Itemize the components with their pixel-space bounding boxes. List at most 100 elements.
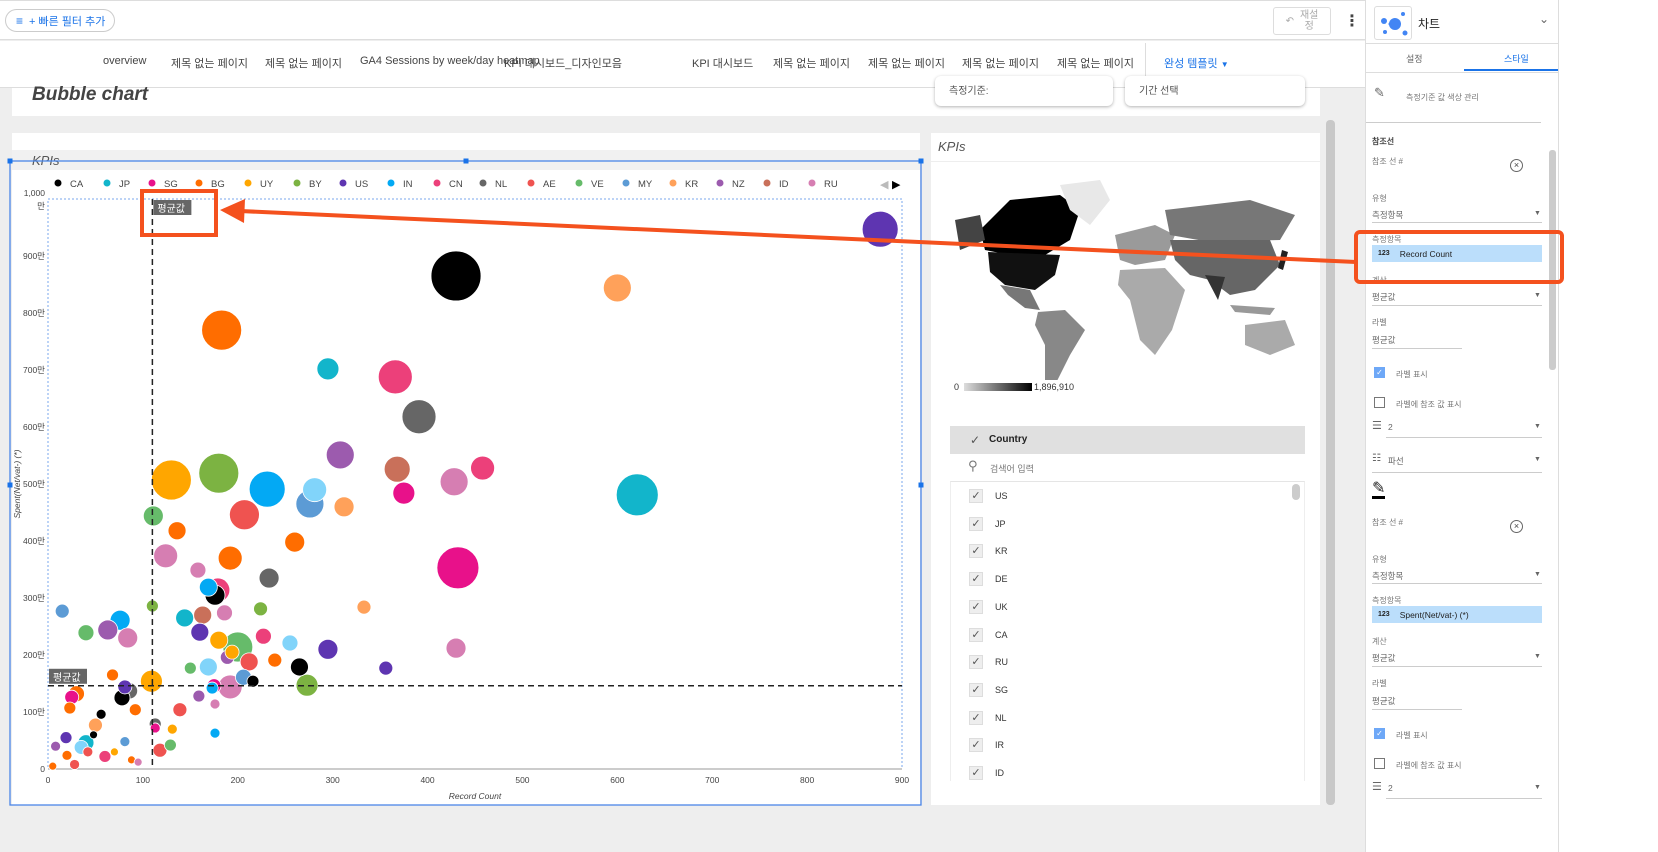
remove-circle-icon[interactable]: ×	[1510, 159, 1523, 172]
bubble[interactable]	[229, 499, 260, 531]
bubble[interactable]	[190, 622, 210, 642]
bubble[interactable]	[209, 698, 221, 710]
checkbox-checked-icon[interactable]: ✓	[969, 682, 983, 697]
bubble[interactable]	[89, 730, 98, 740]
bubble[interactable]	[153, 543, 179, 569]
caret-down-icon[interactable]: ▼	[1534, 784, 1541, 791]
bubble[interactable]	[183, 661, 197, 675]
bubble[interactable]	[201, 309, 243, 351]
bubble[interactable]	[97, 619, 119, 641]
filter-option[interactable]: ✓ RU	[969, 655, 1008, 670]
bubble[interactable]	[59, 731, 73, 745]
line-color-picker[interactable]: ✎	[1372, 481, 1386, 499]
bubble[interactable]	[317, 638, 339, 660]
bubble[interactable]	[377, 359, 413, 395]
tab-setup[interactable]: 설정	[1406, 52, 1423, 65]
bubble[interactable]	[281, 634, 299, 652]
bubble[interactable]	[172, 702, 188, 718]
checkbox-checked-icon[interactable]: ✓	[969, 766, 983, 780]
dimension-dropdown[interactable]: 측정기준:	[935, 76, 1113, 106]
filter-option[interactable]: ✓ KR	[969, 544, 1008, 559]
bubble[interactable]	[615, 473, 659, 517]
bubble[interactable]	[198, 657, 218, 677]
bubble[interactable]	[209, 630, 229, 650]
bubble[interactable]	[470, 455, 495, 481]
bubble[interactable]	[198, 452, 240, 494]
checkbox-checked-icon[interactable]: ✓	[969, 655, 983, 670]
tab-page[interactable]: 제목 없는 페이지	[962, 55, 1039, 71]
bubble[interactable]	[128, 703, 142, 717]
bubble[interactable]	[205, 681, 219, 695]
filter-option[interactable]: ✓ UK	[969, 599, 1008, 614]
bubble[interactable]	[267, 652, 283, 668]
checkbox-checked-icon[interactable]: ✓	[969, 627, 983, 642]
tab-page[interactable]: 제목 없는 페이지	[1057, 55, 1134, 71]
bubble[interactable]	[258, 567, 280, 589]
line-weight-select[interactable]: 2	[1388, 783, 1393, 793]
bubble[interactable]	[88, 717, 103, 733]
chevron-down-icon[interactable]: ⌄	[1539, 12, 1549, 26]
resize-handle[interactable]	[918, 158, 924, 164]
bubble[interactable]	[378, 660, 394, 676]
bubble[interactable]	[95, 708, 107, 720]
bubble[interactable]	[430, 250, 482, 302]
bubble[interactable]	[150, 459, 192, 501]
date-range-dropdown[interactable]: 기간 선택	[1125, 76, 1305, 106]
legend-prev-icon[interactable]: ◀	[880, 179, 889, 191]
bubble[interactable]	[217, 545, 243, 571]
bubble[interactable]	[325, 440, 355, 470]
checkbox-checked-icon[interactable]: ✓	[969, 599, 983, 614]
show-ref-value-checkbox[interactable]	[1374, 758, 1385, 769]
line-style-select[interactable]: 파선	[1388, 455, 1404, 467]
filter-option[interactable]: ✓ DE	[969, 572, 1008, 587]
caret-down-icon[interactable]: ▼	[1534, 210, 1541, 217]
bubble[interactable]	[189, 561, 207, 579]
bubble[interactable]	[77, 624, 95, 642]
bubble[interactable]	[82, 746, 94, 758]
label-input[interactable]: 평균값	[1372, 695, 1395, 707]
legend-next-icon[interactable]: ▶	[892, 179, 901, 191]
bubble[interactable]	[63, 701, 77, 715]
bubble-chart-type-icon[interactable]	[1374, 6, 1412, 40]
caret-down-icon[interactable]: ▼	[1534, 456, 1541, 463]
type-select[interactable]: 측정항목	[1372, 570, 1403, 582]
filter-option[interactable]: ✓ JP	[969, 516, 1006, 531]
checkbox-checked-icon[interactable]: ✓	[969, 544, 983, 559]
checkbox-checked-icon[interactable]: ✓	[969, 572, 983, 587]
geo-map[interactable]	[950, 180, 1310, 380]
bubble[interactable]	[284, 531, 306, 553]
bubble[interactable]	[48, 761, 58, 771]
bubble[interactable]	[142, 505, 164, 527]
tab-template[interactable]: 완성 템플릿 ▼	[1164, 55, 1229, 71]
bubble[interactable]	[167, 521, 187, 541]
bubble-chart[interactable]: CA JP SG BG UY BY US IN CN NL AE VE MY KR NZ ID RU ◀ ▶ 0 100…	[0, 0, 930, 852]
bubble[interactable]	[248, 470, 286, 508]
panel-scrollbar[interactable]	[1549, 150, 1556, 370]
color-manage-link[interactable]: 측정기준 값 색상 관리	[1406, 92, 1479, 103]
resize-handle[interactable]	[463, 158, 469, 164]
checkbox-checked-icon[interactable]: ✓	[969, 710, 983, 725]
filter-option[interactable]: ✓ SG	[969, 682, 1008, 697]
label-input[interactable]: 평균값	[1372, 334, 1395, 346]
bubble[interactable]	[117, 679, 133, 695]
bubble[interactable]	[209, 727, 221, 739]
tab-style[interactable]: 스타일	[1504, 52, 1529, 65]
bubble[interactable]	[253, 601, 268, 617]
filter-option[interactable]: ✓ IR	[969, 738, 1004, 753]
checkbox-checked-icon[interactable]: ✓	[969, 489, 983, 503]
bubble[interactable]	[439, 467, 469, 497]
bubble[interactable]	[166, 723, 178, 735]
bubble[interactable]	[98, 750, 112, 763]
resize-handle[interactable]	[7, 158, 13, 164]
bubble[interactable]	[316, 357, 340, 381]
caret-down-icon[interactable]: ▼	[1534, 292, 1541, 299]
bubble[interactable]	[117, 627, 139, 649]
checkbox-checked-icon[interactable]: ✓	[969, 738, 983, 753]
metric-chip[interactable]: 123 Spent(Net/vat-) (*)	[1372, 606, 1542, 623]
bubble[interactable]	[54, 603, 70, 619]
calc-select[interactable]: 평균값	[1372, 291, 1395, 303]
bubble[interactable]	[290, 657, 309, 677]
bubble[interactable]	[602, 273, 632, 303]
bubble[interactable]	[133, 757, 143, 767]
bubble[interactable]	[383, 455, 411, 483]
